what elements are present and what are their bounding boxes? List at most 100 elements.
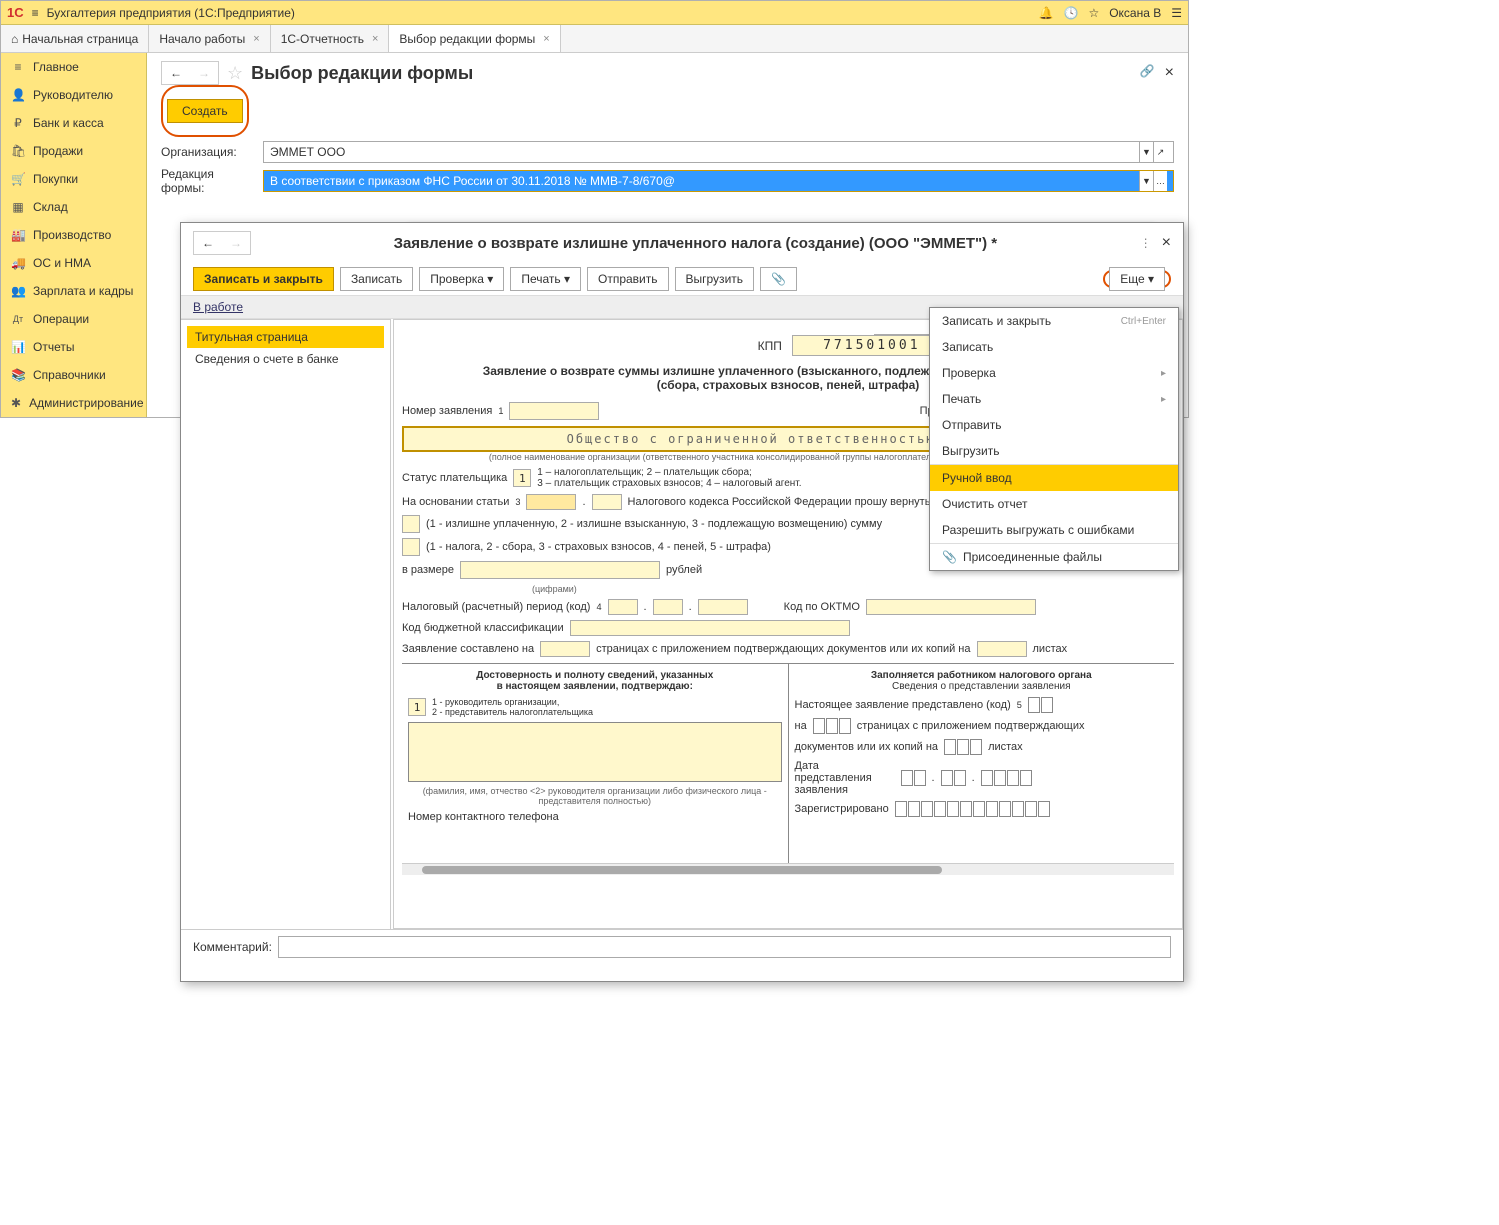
forward-button[interactable]: → bbox=[190, 62, 218, 84]
chevron-down-icon[interactable]: ▼ bbox=[1139, 142, 1153, 162]
option2-input[interactable] bbox=[402, 538, 420, 556]
close-icon[interactable]: × bbox=[1162, 234, 1171, 252]
kebab-icon[interactable]: ⋮ bbox=[1140, 236, 1152, 250]
right-l2a: на bbox=[795, 720, 807, 732]
menu-attachments[interactable]: 📎Присоединенные файлы bbox=[930, 544, 1178, 570]
tabs-bar: ⌂ Начальная страница Начало работы× 1С-О… bbox=[1, 25, 1188, 53]
create-button[interactable]: Создать bbox=[167, 99, 243, 123]
period-1[interactable] bbox=[608, 599, 638, 615]
menu-print[interactable]: Печать▸ bbox=[930, 386, 1178, 412]
sidebar-item-bank[interactable]: ₽Банк и касса bbox=[1, 109, 146, 137]
send-button[interactable]: Отправить bbox=[587, 267, 669, 291]
article-input-2[interactable] bbox=[592, 494, 622, 510]
sup: 4 bbox=[596, 602, 601, 612]
confirm-type-input[interactable]: 1 bbox=[408, 698, 426, 716]
chevron-down-icon[interactable]: ▼ bbox=[1139, 171, 1153, 191]
attach-button[interactable]: 📎 bbox=[760, 267, 797, 291]
tab-start[interactable]: Начало работы× bbox=[149, 25, 270, 52]
label: Записать и закрыть bbox=[942, 314, 1051, 328]
logo: 1C bbox=[7, 5, 24, 20]
sidebar-item-manager[interactable]: 👤Руководителю bbox=[1, 81, 146, 109]
menu-manual[interactable]: Ручной ввод bbox=[930, 465, 1178, 491]
sidebar-item-sales[interactable]: 🛍Продажи bbox=[1, 137, 146, 165]
sidebar-item-production[interactable]: 🏭Производство bbox=[1, 221, 146, 249]
sidebar-item-label: Зарплата и кадры bbox=[33, 284, 133, 298]
sidebar-item-operations[interactable]: ДтОперации bbox=[1, 305, 146, 333]
tab-reporting[interactable]: 1С-Отчетность× bbox=[271, 25, 390, 52]
star-icon[interactable]: ☆ bbox=[1088, 6, 1099, 20]
sidebar-item-salary[interactable]: 👥Зарплата и кадры bbox=[1, 277, 146, 305]
status-link[interactable]: В работе bbox=[193, 300, 243, 314]
menu-check[interactable]: Проверка ▸ bbox=[930, 360, 1178, 386]
sidebar-item-dictionaries[interactable]: 📚Справочники bbox=[1, 361, 146, 389]
menu-save-close[interactable]: Записать и закрытьCtrl+Enter bbox=[930, 308, 1178, 334]
menu-clear[interactable]: Очистить отчет bbox=[930, 491, 1178, 517]
more-button[interactable]: Еще ▾ bbox=[1109, 267, 1165, 291]
history-icon[interactable]: 🕓 bbox=[1063, 6, 1078, 20]
user-menu-icon[interactable]: ☰ bbox=[1171, 6, 1182, 20]
back-button[interactable]: ← bbox=[194, 232, 222, 254]
oktmo-input[interactable] bbox=[866, 599, 1036, 615]
edition-input[interactable]: В соответствии с приказом ФНС России от … bbox=[263, 170, 1174, 192]
upload-button[interactable]: Выгрузить bbox=[675, 267, 755, 291]
option1-input[interactable] bbox=[402, 515, 420, 533]
more-icon[interactable]: … bbox=[1153, 171, 1167, 191]
back-button[interactable]: ← bbox=[162, 62, 190, 84]
app-num-input[interactable] bbox=[509, 402, 599, 420]
amount-input[interactable] bbox=[460, 561, 660, 579]
sidebar-item-purchases[interactable]: 🛒Покупки bbox=[1, 165, 146, 193]
sidebar-item-main[interactable]: ≡Главное bbox=[1, 53, 146, 81]
tree-item-bank[interactable]: Сведения о счете в банке bbox=[187, 348, 384, 370]
favorite-icon[interactable]: ☆ bbox=[227, 63, 243, 84]
close-icon[interactable]: × bbox=[543, 33, 549, 45]
org-input[interactable]: ЭММЕТ ООО ▼ ↗ bbox=[263, 141, 1174, 163]
period-3[interactable] bbox=[698, 599, 748, 615]
print-button[interactable]: Печать ▾ bbox=[510, 267, 581, 291]
amount-unit: рублей bbox=[666, 564, 702, 576]
menu-save[interactable]: Записать bbox=[930, 334, 1178, 360]
label: Проверка bbox=[430, 272, 484, 286]
close-icon[interactable]: × bbox=[1165, 64, 1174, 82]
books-icon: 📚 bbox=[11, 368, 25, 382]
label: Печать bbox=[521, 272, 560, 286]
pages-cells bbox=[813, 718, 851, 734]
comment-input[interactable] bbox=[278, 936, 1171, 958]
close-icon[interactable]: × bbox=[372, 33, 378, 45]
sidebar-item-admin[interactable]: ✱Администрирование bbox=[1, 389, 146, 417]
close-icon[interactable]: × bbox=[253, 33, 259, 45]
tab-form-edition[interactable]: Выбор редакции формы× bbox=[389, 25, 560, 52]
scrollbar-horizontal[interactable] bbox=[402, 863, 1174, 875]
option1-label: (1 - излишне уплаченную, 2 - излишне взы… bbox=[426, 518, 882, 530]
comment-label: Комментарий: bbox=[193, 940, 272, 954]
attach-count-input[interactable] bbox=[977, 641, 1027, 657]
status-input[interactable]: 1 bbox=[513, 469, 531, 487]
article-input-1[interactable] bbox=[526, 494, 576, 510]
save-close-button[interactable]: Записать и закрыть bbox=[193, 267, 334, 291]
forward-button[interactable]: → bbox=[222, 232, 250, 254]
sidebar-item-reports[interactable]: 📊Отчеты bbox=[1, 333, 146, 361]
oktmo-label: Код по ОКТМО bbox=[784, 601, 860, 613]
kpp-input[interactable]: 771501001 bbox=[792, 335, 952, 356]
kbk-input[interactable] bbox=[570, 620, 850, 636]
check-button[interactable]: Проверка ▾ bbox=[419, 267, 504, 291]
bell-icon[interactable]: 🔔 bbox=[1039, 6, 1054, 20]
right-l3b: листах bbox=[988, 741, 1023, 753]
link-icon[interactable]: 🔗 bbox=[1140, 64, 1155, 82]
date-cells bbox=[901, 770, 926, 786]
tree-item-title-page[interactable]: Титульная страница bbox=[187, 326, 384, 348]
sidebar-item-warehouse[interactable]: ▦Склад bbox=[1, 193, 146, 221]
menu-allow-errors[interactable]: Разрешить выгружать с ошибками bbox=[930, 517, 1178, 543]
label: Проверка bbox=[942, 366, 996, 380]
period-2[interactable] bbox=[653, 599, 683, 615]
home-tab[interactable]: ⌂ Начальная страница bbox=[1, 25, 149, 52]
menu-upload[interactable]: Выгрузить bbox=[930, 438, 1178, 464]
sidebar-item-assets[interactable]: 🚚ОС и НМА bbox=[1, 249, 146, 277]
pages-count-input[interactable] bbox=[540, 641, 590, 657]
user-name[interactable]: Оксана В bbox=[1109, 6, 1161, 20]
save-button[interactable]: Записать bbox=[340, 267, 413, 291]
chevron-right-icon: ▸ bbox=[1161, 368, 1166, 379]
menu-icon[interactable]: ≡ bbox=[32, 6, 39, 20]
fio-input[interactable] bbox=[408, 722, 782, 782]
open-icon[interactable]: ↗ bbox=[1153, 142, 1167, 162]
menu-send[interactable]: Отправить bbox=[930, 412, 1178, 438]
